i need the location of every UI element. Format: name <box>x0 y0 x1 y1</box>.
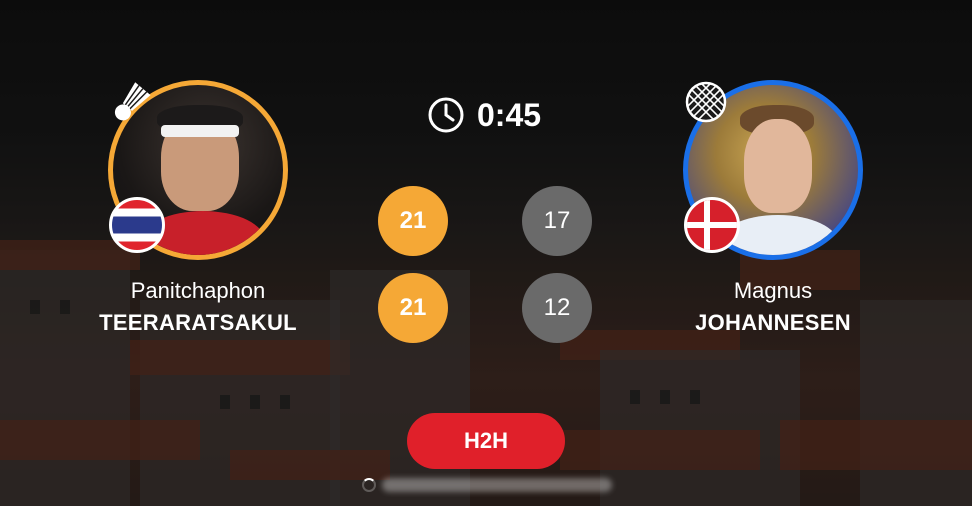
shuttlecock-icon <box>114 82 151 121</box>
denmark-flag-icon <box>684 197 740 253</box>
game-1-right-score: 17 <box>522 186 592 256</box>
game-2-left-score: 21 <box>378 273 448 343</box>
racket-icon <box>685 81 727 123</box>
player-left-first-name: Panitchaphon <box>130 278 266 303</box>
player-right-last-name: JOHANNESEN <box>695 310 851 335</box>
game-1-left-score: 21 <box>378 186 448 256</box>
player-right-first-name: Magnus <box>733 278 813 303</box>
loading-row <box>362 478 612 492</box>
player-left-last-name: TEERARATSAKUL <box>99 310 297 335</box>
loading-spinner-icon <box>362 478 376 492</box>
h2h-button[interactable]: H2H <box>407 413 565 469</box>
match-timer: 0:45 <box>427 96 541 134</box>
game-2-right-score: 12 <box>522 273 592 343</box>
blurred-content <box>382 478 612 492</box>
thailand-flag-icon <box>109 197 165 253</box>
clock-icon <box>428 97 464 133</box>
match-duration: 0:45 <box>477 96 542 133</box>
